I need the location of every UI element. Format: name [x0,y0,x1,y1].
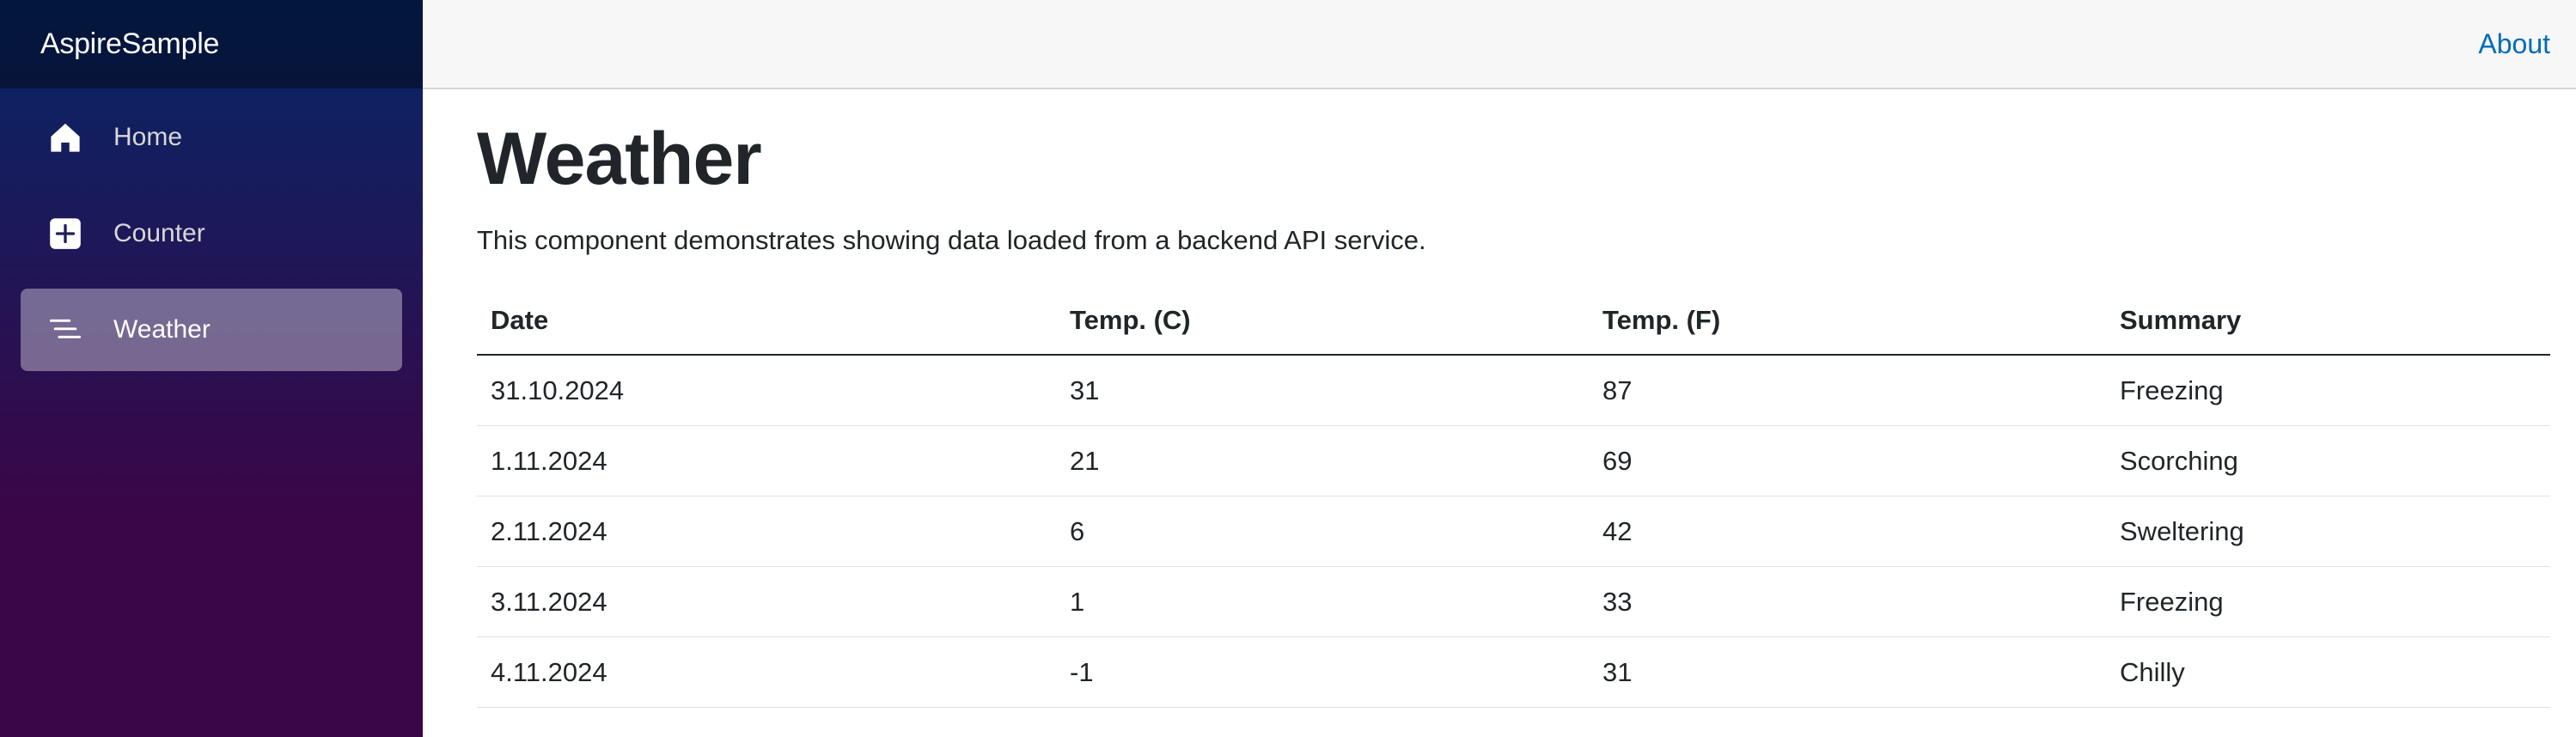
list-icon [48,313,82,347]
sidebar-item-label: Counter [113,219,205,247]
weather-table: Date Temp. (C) Temp. (F) Summary 31.10.2… [477,287,2550,709]
sidebar-item-label: Weather [113,315,211,344]
cell-summary: Chilly [2106,636,2550,709]
cell-date: 3.11.2024 [477,566,1056,638]
page-description: This component demonstrates showing data… [477,225,1426,255]
cell-date: 31.10.2024 [477,355,1056,427]
column-header-date: Date [477,287,1056,356]
table-header-row: Date Temp. (C) Temp. (F) Summary [477,287,2550,356]
home-icon [48,120,82,155]
plus-square-icon [48,216,82,251]
cell-temp-c: 6 [1056,496,1589,568]
table-row: 1.11.2024 21 69 Scorching [477,425,2550,497]
cell-summary: Scorching [2106,425,2550,497]
table-row: 4.11.2024 -1 31 Chilly [477,636,2550,709]
sidebar-nav: Home Counter Weather [0,88,423,371]
cell-date: 2.11.2024 [477,496,1056,568]
brand-link[interactable]: AspireSample [40,27,219,61]
main-content: Weather This component demonstrates show… [477,89,2550,709]
cell-summary: Freezing [2106,355,2550,427]
cell-summary: Sweltering [2106,496,2550,568]
cell-temp-f: 31 [1589,636,2106,709]
cell-temp-c: -1 [1056,636,1589,709]
cell-temp-f: 42 [1589,496,2106,568]
cell-temp-f: 87 [1589,355,2106,427]
page-title: Weather [477,118,762,200]
about-link[interactable]: About [2478,28,2550,60]
cell-temp-c: 1 [1056,566,1589,638]
sidebar-item-label: Home [113,123,183,151]
cell-temp-c: 21 [1056,425,1589,497]
sidebar: AspireSample Home Counter Weather [0,0,423,737]
cell-temp-c: 31 [1056,355,1589,427]
cell-temp-f: 33 [1589,566,2106,638]
cell-date: 1.11.2024 [477,425,1056,497]
sidebar-item-counter[interactable]: Counter [21,192,402,275]
column-header-temp-f: Temp. (F) [1589,287,2106,356]
cell-summary: Freezing [2106,566,2550,638]
table-row: 2.11.2024 6 42 Sweltering [477,496,2550,568]
cell-temp-f: 69 [1589,425,2106,497]
table-row: 3.11.2024 1 33 Freezing [477,566,2550,638]
table-row: 31.10.2024 31 87 Freezing [477,355,2550,427]
cell-date: 4.11.2024 [477,636,1056,709]
top-row: About [423,0,2576,89]
column-header-summary: Summary [2106,287,2550,356]
sidebar-item-weather[interactable]: Weather [21,289,402,371]
sidebar-item-home[interactable]: Home [21,96,402,179]
brand-bar: AspireSample [0,0,423,88]
column-header-temp-c: Temp. (C) [1056,287,1589,356]
